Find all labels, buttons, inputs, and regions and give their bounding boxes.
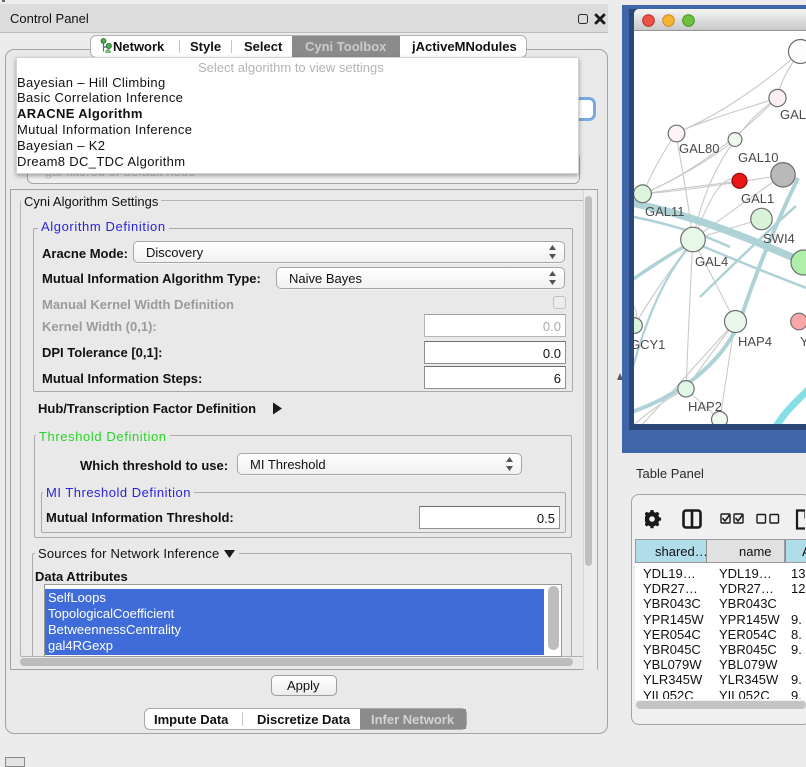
svg-text:GAL1: GAL1 [741, 191, 774, 206]
svg-text:GAL10: GAL10 [738, 150, 778, 165]
svg-text:HAP4: HAP4 [738, 334, 772, 349]
svg-text:GAL4: GAL4 [695, 254, 728, 269]
svg-text:GAL80: GAL80 [679, 141, 719, 156]
svg-text:SWI4: SWI4 [763, 231, 795, 246]
svg-text:GCY1: GCY1 [634, 337, 665, 352]
svg-text:HAP2: HAP2 [688, 399, 722, 414]
svg-text:Y: Y [800, 334, 806, 349]
svg-text:GAL11: GAL11 [645, 204, 685, 219]
svg-text:GAL7: GAL7 [780, 107, 806, 122]
